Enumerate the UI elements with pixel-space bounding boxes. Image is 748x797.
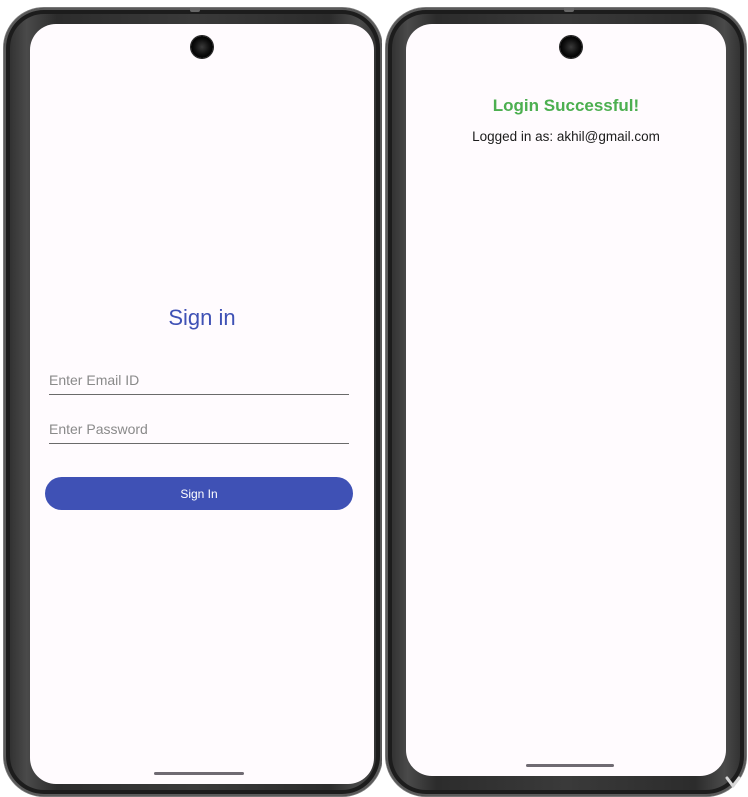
password-field[interactable] — [49, 418, 349, 444]
home-indicator[interactable] — [154, 772, 244, 775]
success-title: Login Successful! — [492, 96, 640, 115]
logged-in-text: Logged in as: akhil@gmail.com — [472, 129, 660, 144]
success-screen: Login Successful! Logged in as: akhil@gm… — [406, 24, 726, 776]
frame-button — [190, 8, 200, 12]
screenshot-pair: Sign in Sign In Login Successful! Logged… — [0, 0, 748, 797]
phone-frame-left: Sign in Sign In — [4, 8, 382, 796]
camera-icon — [560, 36, 582, 58]
frame-button — [564, 8, 574, 12]
camera-icon — [191, 36, 213, 58]
email-field[interactable] — [49, 369, 349, 395]
phone-frame-right: Login Successful! Logged in as: akhil@gm… — [386, 8, 746, 796]
home-indicator[interactable] — [526, 764, 614, 767]
page-title: Sign in — [168, 305, 236, 330]
sign-in-button[interactable]: Sign In — [45, 477, 353, 510]
signin-screen: Sign in Sign In — [30, 24, 374, 784]
corner-resize-icon — [725, 776, 741, 788]
